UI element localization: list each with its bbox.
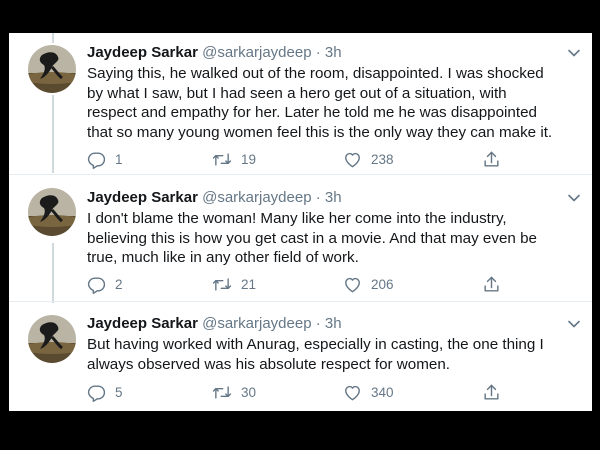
heart-icon [345, 152, 360, 168]
tweet-header: Jaydeep Sarkar @sarkarjaydeep · 3h [87, 315, 342, 333]
avatar-image [28, 45, 76, 93]
like-count: 340 [371, 385, 394, 400]
tweet-text-line: I don't blame the woman! Many like her c… [87, 210, 507, 227]
separator: · [315, 315, 321, 332]
tweet-header: Jaydeep Sarkar @sarkarjaydeep · 3h [87, 189, 342, 207]
like-button[interactable]: 206 [343, 275, 394, 294]
share-button[interactable] [482, 275, 501, 294]
reply-button[interactable]: 1 [87, 150, 123, 169]
retweet-icon [212, 153, 232, 166]
tweet-text-line: Saying this, he walked out of the room, … [87, 65, 544, 82]
author-handle[interactable]: @sarkarjaydeep [202, 189, 311, 206]
timestamp[interactable]: 3h [325, 189, 342, 206]
separator: · [315, 189, 321, 206]
retweet-count: 19 [241, 152, 257, 167]
retweet-icon [212, 278, 232, 291]
retweet-count: 30 [241, 385, 257, 400]
tweet-text: But having worked with Anurag, especiall… [87, 335, 577, 374]
avatar[interactable] [28, 188, 76, 236]
avatar-image [28, 315, 76, 363]
timestamp[interactable]: 3h [325, 44, 342, 61]
author-name[interactable]: Jaydeep Sarkar [87, 189, 198, 206]
retweet-icon [212, 386, 232, 399]
heart-icon [345, 277, 360, 293]
thread-connector [52, 95, 54, 173]
like-button[interactable]: 340 [343, 383, 394, 402]
tweet-thread-panel: Jaydeep Sarkar @sarkarjaydeep · 3h Sayin… [9, 33, 592, 411]
reply-count: 1 [115, 152, 123, 167]
reply-button[interactable]: 2 [87, 275, 123, 294]
like-count: 238 [371, 152, 394, 167]
tweet-divider [9, 174, 592, 175]
like-button[interactable]: 238 [343, 150, 394, 169]
author-name[interactable]: Jaydeep Sarkar [87, 315, 198, 332]
avatar-image [28, 188, 76, 236]
chevron-down-icon[interactable] [567, 317, 581, 331]
tweet-text-line: by what I saw, but I had seen a hero get… [87, 84, 507, 102]
thread-connector [52, 33, 54, 43]
retweet-button[interactable]: 30 [212, 383, 256, 402]
avatar[interactable] [28, 45, 76, 93]
share-icon [484, 151, 499, 167]
tweet-text-line: always observed was his absolute respect… [87, 355, 450, 373]
thread-connector [52, 243, 54, 303]
chevron-down-icon[interactable] [567, 191, 581, 205]
share-button[interactable] [482, 383, 501, 402]
reply-button[interactable]: 5 [87, 383, 123, 402]
author-name[interactable]: Jaydeep Sarkar [87, 44, 198, 61]
reply-count: 5 [115, 385, 123, 400]
reply-count: 2 [115, 277, 123, 292]
reply-icon [87, 277, 106, 294]
retweet-button[interactable]: 21 [212, 275, 256, 294]
avatar[interactable] [28, 315, 76, 363]
retweet-count: 21 [241, 277, 257, 292]
tweet-text: I don't blame the woman! Many like her c… [87, 209, 577, 268]
timestamp[interactable]: 3h [325, 315, 342, 332]
tweet-text-line: believing this is how you get cast in a … [87, 229, 537, 247]
share-icon [484, 276, 499, 292]
separator: · [315, 44, 321, 61]
share-button[interactable] [482, 150, 501, 169]
tweet-header: Jaydeep Sarkar @sarkarjaydeep · 3h [87, 44, 342, 62]
heart-icon [345, 385, 360, 401]
tweet-text-line: respect and empathy for her. Later he to… [87, 104, 537, 122]
share-icon [484, 384, 499, 400]
author-handle[interactable]: @sarkarjaydeep [202, 44, 311, 61]
reply-icon [87, 152, 106, 169]
author-handle[interactable]: @sarkarjaydeep [202, 315, 311, 332]
tweet-divider [9, 301, 592, 302]
tweet-text-line: true, much like in any other field of wo… [87, 249, 359, 267]
tweet-text-line: that so many young women feel this is th… [87, 123, 553, 141]
retweet-button[interactable]: 19 [212, 150, 256, 169]
tweet-text-line: But having worked with Anurag, especiall… [87, 336, 544, 353]
chevron-down-icon[interactable] [567, 46, 581, 60]
tweet-text: Saying this, he walked out of the room, … [87, 64, 577, 142]
reply-icon [87, 385, 106, 402]
like-count: 206 [371, 277, 394, 292]
